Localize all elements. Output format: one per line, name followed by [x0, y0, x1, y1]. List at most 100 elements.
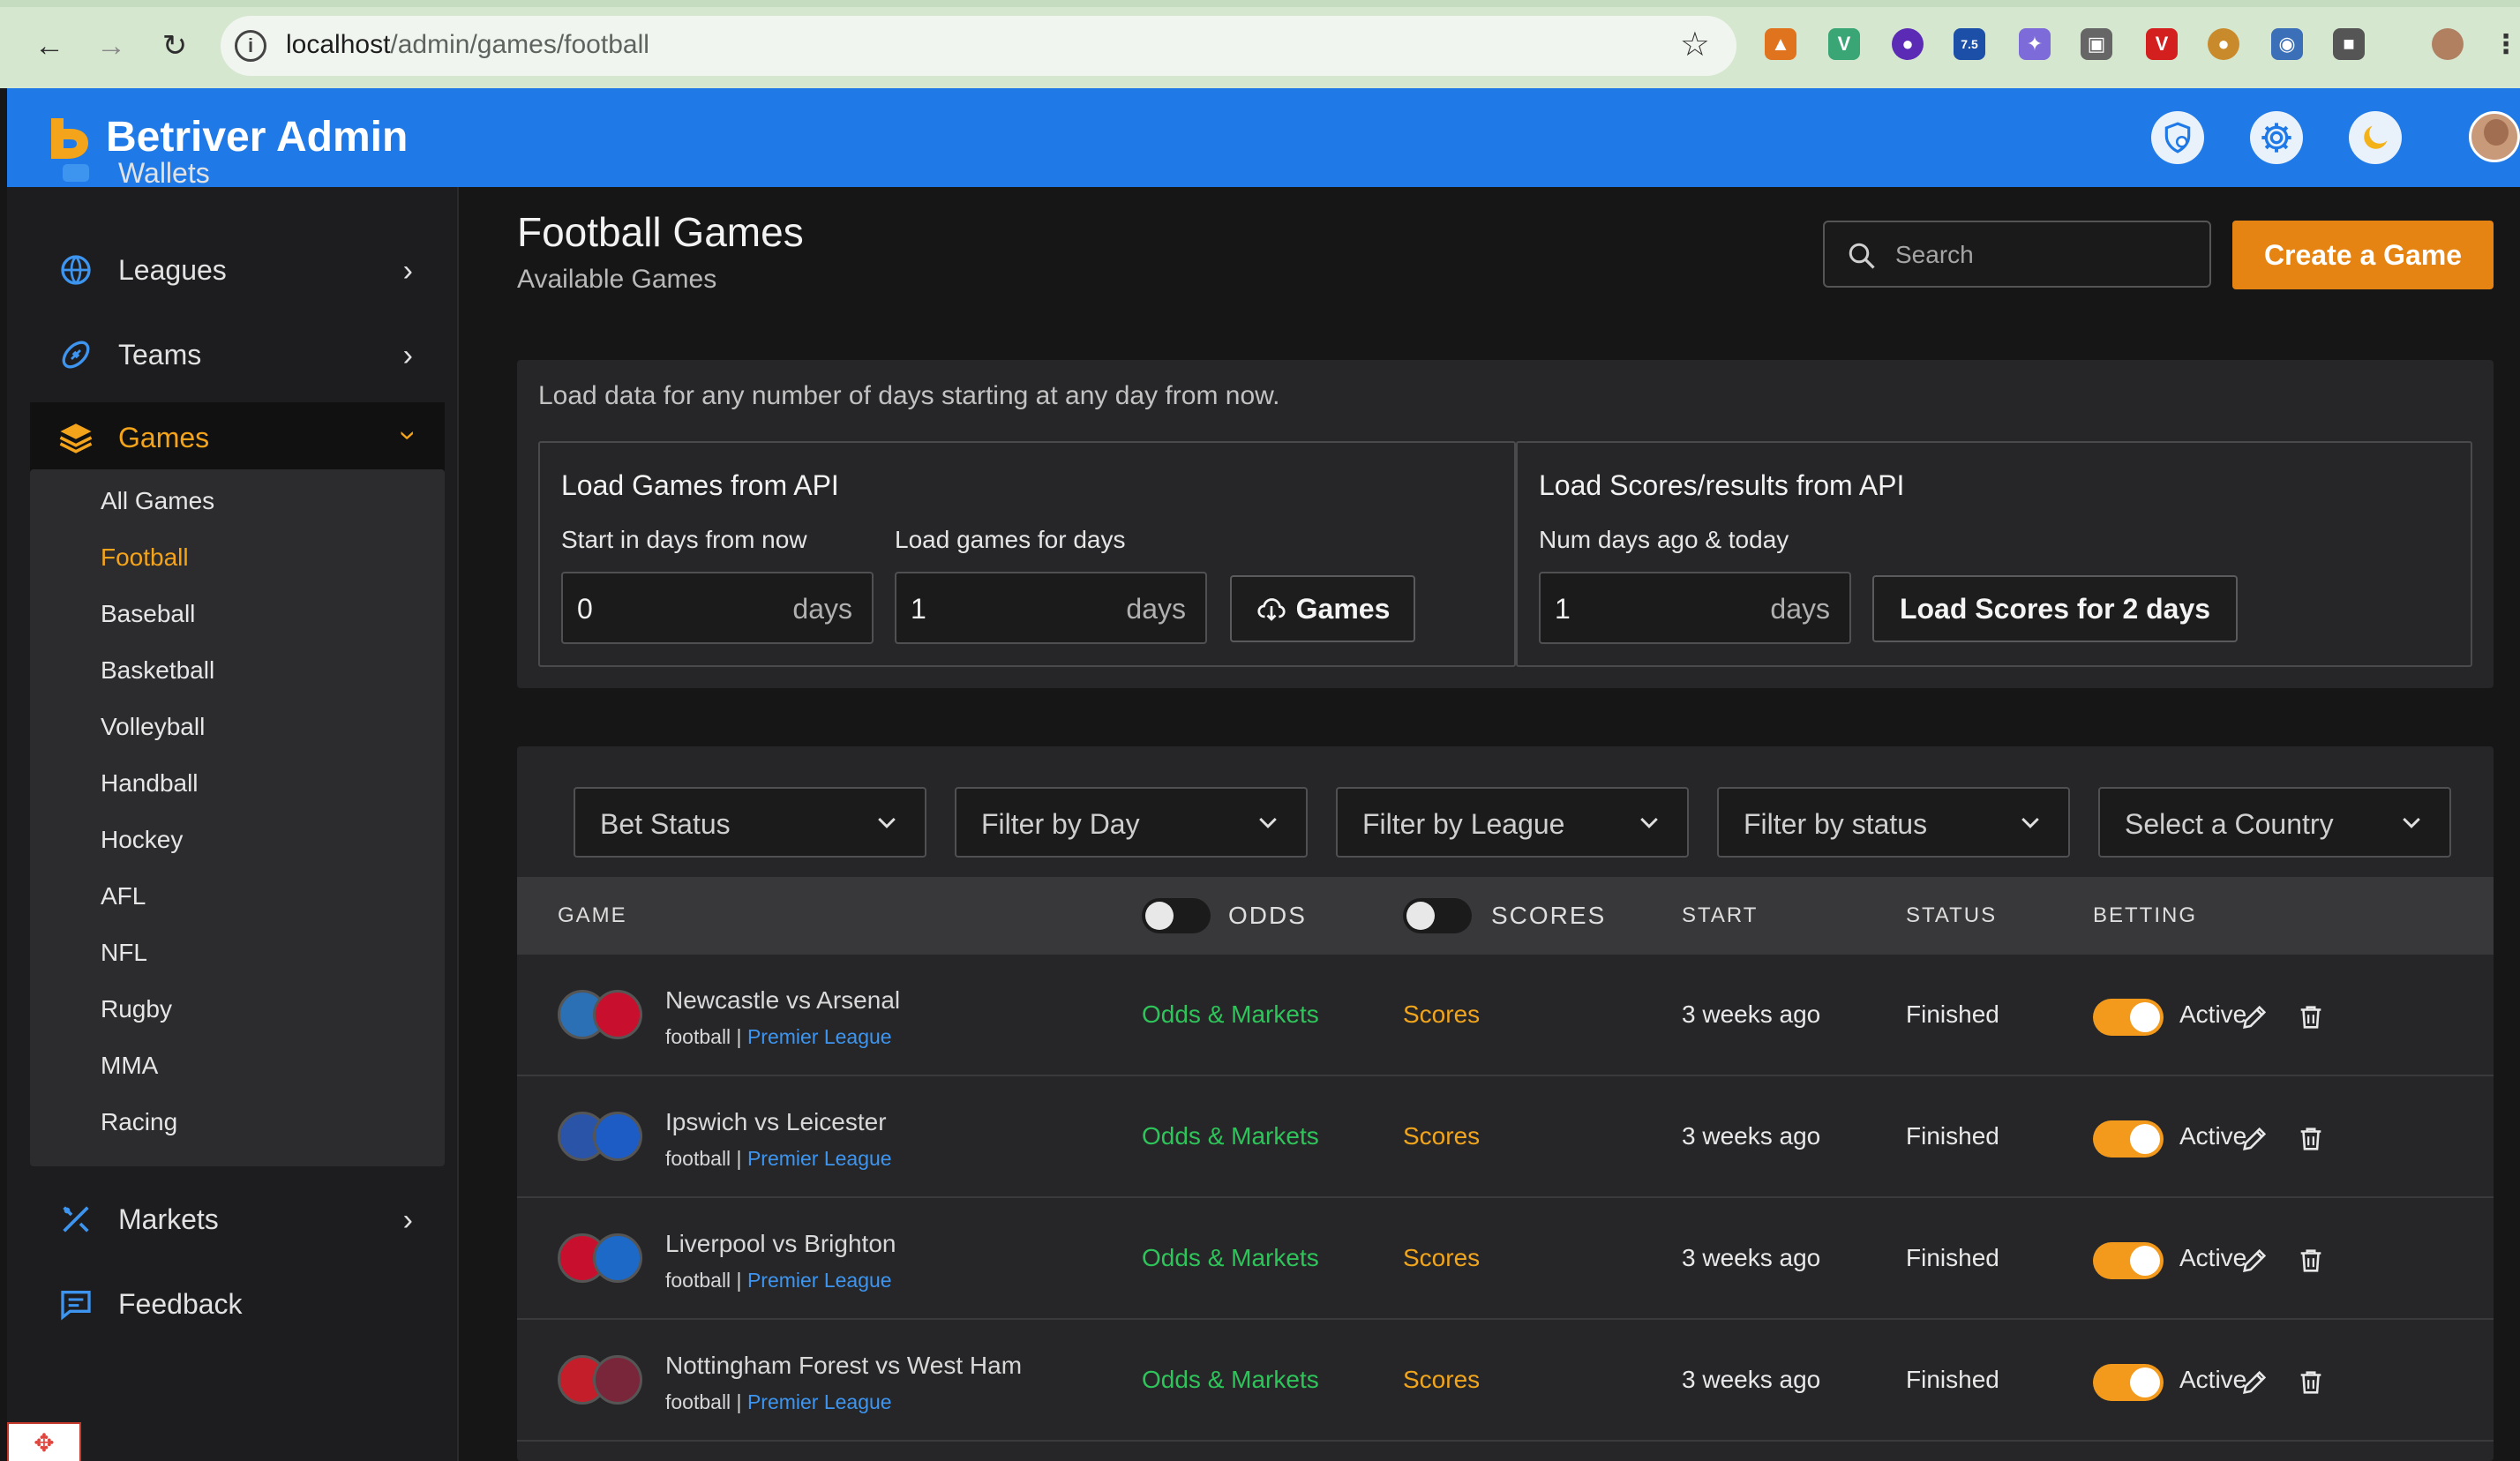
- load-scores-button[interactable]: Load Scores for 2 days: [1872, 575, 2238, 642]
- url-text[interactable]: localhost/admin/games/football: [286, 30, 649, 60]
- scores-link[interactable]: Scores: [1403, 1000, 1480, 1029]
- betting-toggle[interactable]: [2093, 1242, 2164, 1279]
- page-subtitle: Available Games: [517, 265, 717, 294]
- shield-icon[interactable]: [2151, 111, 2204, 164]
- scores-link[interactable]: Scores: [1403, 1244, 1480, 1272]
- delete-trash-icon[interactable]: [2296, 1002, 2326, 1032]
- edit-pencil-icon[interactable]: [2239, 1367, 2269, 1397]
- load-games-button[interactable]: Games: [1230, 575, 1415, 642]
- country-select[interactable]: Select a Country: [2098, 787, 2451, 858]
- dark-mode-moon-icon[interactable]: [2349, 111, 2402, 164]
- browser-menu-icon[interactable]: ⋮: [2490, 28, 2520, 60]
- sidebar-item-markets[interactable]: Markets ›: [30, 1184, 445, 1255]
- chevron-down-icon: [1259, 817, 1277, 828]
- reload-icon[interactable]: ↻: [155, 26, 194, 65]
- badge-extension-icon[interactable]: 7.5: [1954, 28, 1985, 60]
- user-avatar[interactable]: [2469, 111, 2520, 162]
- sidebar-item-leagues[interactable]: Leagues ›: [30, 235, 445, 305]
- load-scores-title: Load Scores/results from API: [1539, 469, 1905, 501]
- filter-league-select[interactable]: Filter by League: [1336, 787, 1689, 858]
- bet-status-select[interactable]: Bet Status: [574, 787, 926, 858]
- betting-status: Active: [2179, 1122, 2247, 1150]
- filter-status-select[interactable]: Filter by status: [1717, 787, 2070, 858]
- submenu-item[interactable]: Racing: [101, 1108, 177, 1136]
- odds-markets-link[interactable]: Odds & Markets: [1142, 1366, 1319, 1394]
- search-box[interactable]: [1823, 221, 2211, 288]
- capture-extension-icon[interactable]: ◉: [2271, 28, 2303, 60]
- privacy-extension-icon[interactable]: ●: [1892, 28, 1924, 60]
- league-link[interactable]: Premier League: [747, 1269, 892, 1292]
- sport-label: football: [665, 1025, 731, 1048]
- odds-markets-link[interactable]: Odds & Markets: [1142, 1000, 1319, 1029]
- sidebar-item-games[interactable]: Games ›: [30, 402, 445, 473]
- settings-icon[interactable]: [2250, 111, 2303, 164]
- delete-trash-icon[interactable]: [2296, 1246, 2326, 1276]
- game-name[interactable]: Liverpool vs Brighton: [665, 1230, 896, 1258]
- scores-link[interactable]: Scores: [1403, 1122, 1480, 1150]
- submenu-item[interactable]: AFL: [101, 882, 146, 910]
- select-label: Filter by League: [1362, 808, 1565, 840]
- submenu-item[interactable]: All Games: [101, 487, 214, 515]
- delete-trash-icon[interactable]: [2296, 1124, 2326, 1154]
- scores-link[interactable]: Scores: [1403, 1366, 1480, 1394]
- forward-icon[interactable]: →: [92, 26, 131, 65]
- edit-pencil-icon[interactable]: [2239, 1002, 2269, 1032]
- bookmark-star-icon[interactable]: ☆: [1680, 25, 1710, 64]
- odds-toggle[interactable]: [1142, 898, 1211, 933]
- game-status: Finished: [1906, 1244, 1999, 1271]
- search-input[interactable]: [1895, 235, 2195, 275]
- vue-extension-icon[interactable]: V: [1828, 28, 1860, 60]
- sidebar-item-label: Feedback: [118, 1287, 243, 1320]
- submenu-item[interactable]: Handball: [101, 769, 199, 798]
- create-game-button[interactable]: Create a Game: [2232, 221, 2494, 289]
- table-header: GAME ODDS SCORES START STATUS BETTING: [517, 877, 2494, 955]
- cookie-extension-icon[interactable]: ●: [2208, 28, 2239, 60]
- address-bar[interactable]: i localhost/admin/games/football ☆: [221, 16, 1736, 76]
- delete-trash-icon[interactable]: [2296, 1367, 2326, 1397]
- metamask-extension-icon[interactable]: ▲: [1765, 28, 1796, 60]
- submenu-item[interactable]: NFL: [101, 939, 147, 967]
- odds-markets-link[interactable]: Odds & Markets: [1142, 1244, 1319, 1272]
- game-name[interactable]: Nottingham Forest vs West Ham: [665, 1352, 1022, 1380]
- sidebar-item-teams[interactable]: Teams ›: [30, 319, 445, 390]
- game-name[interactable]: Newcastle vs Arsenal: [665, 986, 900, 1015]
- submenu-item[interactable]: MMA: [101, 1052, 158, 1080]
- puzzle-extension-icon[interactable]: ■: [2333, 28, 2365, 60]
- chevron-right-icon: ›: [402, 339, 413, 372]
- submenu-item[interactable]: Basketball: [101, 656, 214, 685]
- filter-day-select[interactable]: Filter by Day: [955, 787, 1308, 858]
- start-days-label: Start in days from now: [561, 526, 807, 553]
- submenu-item[interactable]: Hockey: [101, 826, 183, 854]
- profile-avatar-icon[interactable]: [2432, 28, 2464, 60]
- league-link[interactable]: Premier League: [747, 1147, 892, 1170]
- betting-status: Active: [2179, 1000, 2247, 1028]
- betting-status: Active: [2179, 1244, 2247, 1271]
- edit-pencil-icon[interactable]: [2239, 1246, 2269, 1276]
- league-link[interactable]: Premier League: [747, 1025, 892, 1048]
- back-icon[interactable]: ←: [30, 26, 69, 65]
- scores-days-input[interactable]: 1 days: [1539, 572, 1851, 644]
- betting-status: Active: [2179, 1366, 2247, 1393]
- league-link[interactable]: Premier League: [747, 1390, 892, 1413]
- betting-toggle[interactable]: [2093, 999, 2164, 1036]
- submenu-item[interactable]: Rugby: [101, 995, 172, 1023]
- odds-markets-link[interactable]: Odds & Markets: [1142, 1122, 1319, 1150]
- feather-extension-icon[interactable]: ✦: [2019, 28, 2051, 60]
- sidebar-item-wallets[interactable]: Wallets: [30, 150, 445, 196]
- game-name[interactable]: Ipswich vs Leicester: [665, 1108, 887, 1136]
- betting-toggle[interactable]: [2093, 1120, 2164, 1158]
- start-days-input[interactable]: 0 days: [561, 572, 874, 644]
- submenu-item-active[interactable]: Football: [101, 543, 189, 572]
- debugbar-icon[interactable]: ✥: [7, 1422, 81, 1461]
- trash-extension-icon[interactable]: ▣: [2081, 28, 2112, 60]
- scores-toggle[interactable]: [1403, 898, 1472, 933]
- site-info-icon[interactable]: i: [235, 30, 266, 62]
- betting-toggle[interactable]: [2093, 1364, 2164, 1401]
- edit-pencil-icon[interactable]: [2239, 1124, 2269, 1154]
- globe-icon: [56, 251, 95, 289]
- sidebar-item-feedback[interactable]: Feedback: [30, 1269, 445, 1339]
- submenu-item[interactable]: Baseball: [101, 600, 195, 628]
- submenu-item[interactable]: Volleyball: [101, 713, 205, 741]
- load-days-input[interactable]: 1 days: [895, 572, 1207, 644]
- vivaldi-extension-icon[interactable]: V: [2146, 28, 2178, 60]
